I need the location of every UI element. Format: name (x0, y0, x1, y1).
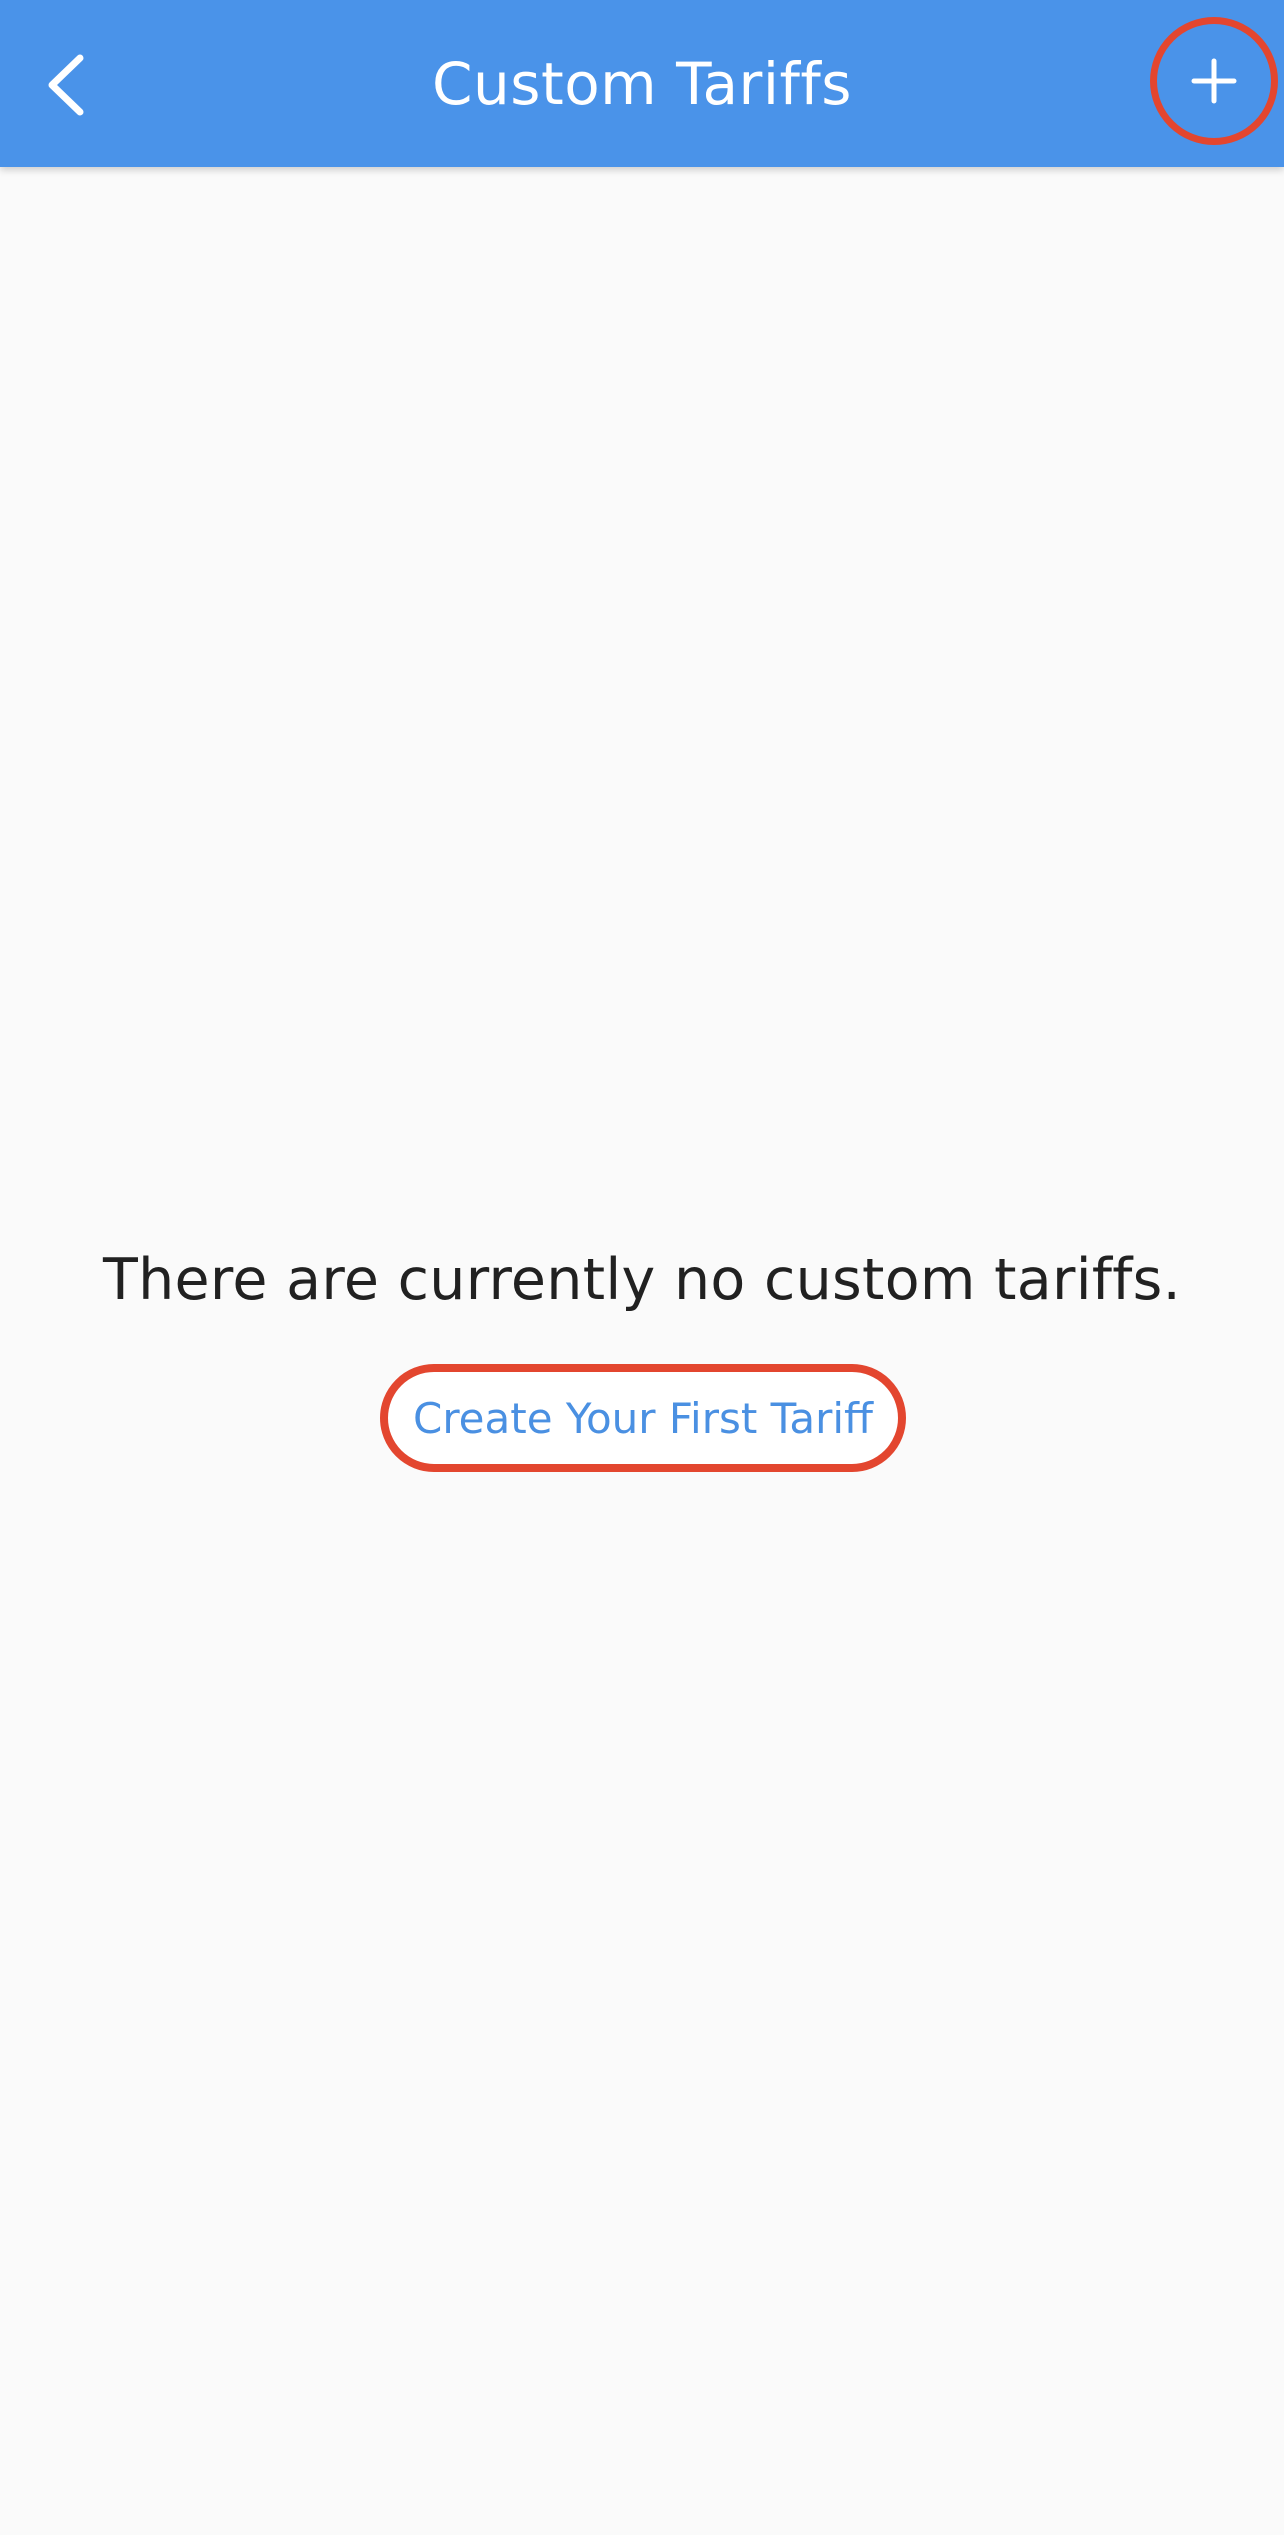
page-title: Custom Tariffs (431, 49, 853, 118)
create-first-tariff-button[interactable]: Create Your First Tariff (380, 1364, 906, 1472)
custom-tariffs-screen: Custom Tariffs There are currently no cu… (0, 0, 1284, 2535)
app-bar: Custom Tariffs (0, 0, 1284, 167)
empty-state-message: There are currently no custom tariffs. (102, 1247, 1182, 1313)
back-button[interactable] (22, 30, 112, 140)
add-tariff-button[interactable] (1150, 17, 1278, 145)
plus-icon (1191, 58, 1237, 104)
chevron-left-icon (48, 54, 84, 116)
